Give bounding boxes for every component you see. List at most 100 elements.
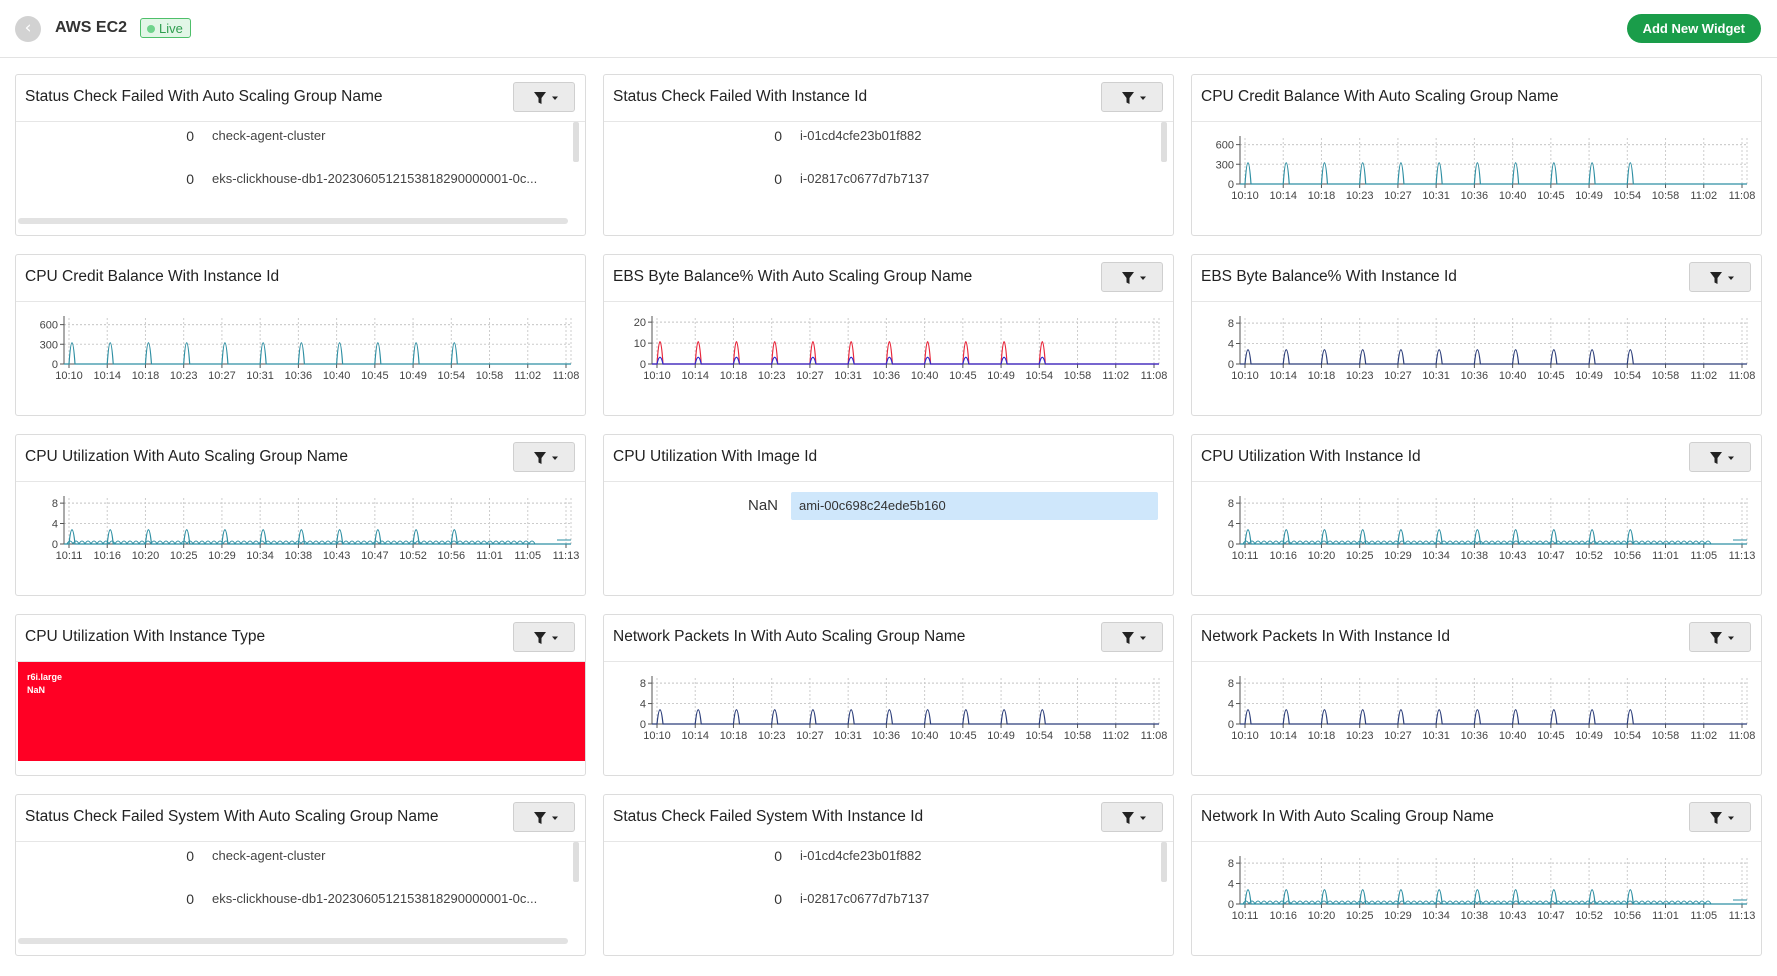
x-tick-label: 10:40 xyxy=(323,370,351,382)
chart-grid xyxy=(1240,498,1748,544)
filter-dropdown-button[interactable] xyxy=(513,442,575,472)
filter-dropdown-button[interactable] xyxy=(1689,622,1751,652)
live-dot-icon xyxy=(147,25,155,33)
filter-dropdown-button[interactable] xyxy=(1101,802,1163,832)
x-tick-label: 11:08 xyxy=(1141,370,1168,382)
list-item-value: 0 xyxy=(186,891,194,907)
widget-cpu-utilization-with-instance-id: CPU Utilization With Instance Id 0 4 8 10:11… xyxy=(1191,434,1762,596)
x-tick-label: 10:40 xyxy=(1499,370,1527,382)
widget-title: Network In With Auto Scaling Group Name xyxy=(1201,808,1494,825)
x-tick-label: 10:29 xyxy=(1384,910,1412,922)
filter-dropdown-button[interactable] xyxy=(1689,262,1751,292)
line-chart: 04810:10 10:14 10:18 10:23 10:27 10:31 10:36 10… xyxy=(640,676,1167,742)
filter-dropdown-button[interactable] xyxy=(1689,802,1751,832)
chevron-down-icon xyxy=(1728,456,1734,460)
y-tick-label: 20 xyxy=(634,317,646,329)
x-tick-label: 10:58 xyxy=(1064,370,1092,382)
x-tick-label: 10:31 xyxy=(834,730,862,742)
filter-dropdown-button[interactable] xyxy=(1689,442,1751,472)
widget-title: CPU Utilization With Instance Type xyxy=(25,628,266,645)
filter-icon xyxy=(534,812,558,824)
chevron-down-icon xyxy=(1728,276,1734,280)
y-tick-label: 8 xyxy=(1228,858,1234,870)
add-new-widget-button[interactable]: Add New Widget xyxy=(1626,14,1761,43)
filter-dropdown-button[interactable] xyxy=(513,82,575,112)
x-tick-label: 10:14 xyxy=(1269,730,1297,742)
x-tick-label: 11:13 xyxy=(1729,550,1756,562)
vertical-scrollbar[interactable] xyxy=(573,842,579,882)
widget-header: Network In With Auto Scaling Group Name xyxy=(1192,795,1761,842)
x-tick-label: 10:58 xyxy=(476,370,504,382)
chevron-down-icon xyxy=(1140,96,1146,100)
widget-network-packets-in-with-instance-id: Network Packets In With Instance Id 0 4 8 10… xyxy=(1191,614,1762,776)
filter-dropdown-button[interactable] xyxy=(513,802,575,832)
series-line xyxy=(1240,709,1747,725)
list-item: 0 eks-clickhouse-db1-20230605121538182900… xyxy=(16,171,585,191)
x-tick-label: 10:10 xyxy=(55,370,83,382)
x-tick-label: 10:40 xyxy=(1499,190,1527,202)
filter-dropdown-button[interactable] xyxy=(1101,82,1163,112)
heatmap-cell-value: NaN xyxy=(27,685,46,695)
x-tick-label: 10:20 xyxy=(1308,550,1336,562)
vertical-scrollbar[interactable] xyxy=(1161,122,1167,162)
x-tick-label: 10:27 xyxy=(1384,190,1412,202)
widget-cpu-utilization-with-auto-scaling-group-name: CPU Utilization With Auto Scaling Group … xyxy=(15,434,586,596)
list-item-label: i-02817c0677d7b7137 xyxy=(800,891,930,906)
x-tick-label: 10:20 xyxy=(132,550,160,562)
widget-status-check-failed-with-auto-scaling-group-name: Status Check Failed With Auto Scaling Gr… xyxy=(15,74,586,236)
x-tick-label: 10:23 xyxy=(1346,190,1374,202)
y-tick-label: 300 xyxy=(40,339,58,351)
x-tick-label: 11:05 xyxy=(514,550,541,562)
x-tick-label: 10:14 xyxy=(93,370,121,382)
x-tick-label: 11:02 xyxy=(1102,370,1129,382)
line-chart: 04810:11 10:16 10:20 10:25 10:29 10:34 10:38 10… xyxy=(1228,496,1756,562)
x-tick-label: 10:34 xyxy=(1422,910,1450,922)
list-item-value: 0 xyxy=(186,171,194,187)
x-tick-label: 11:13 xyxy=(1729,910,1756,922)
widget-header: CPU Utilization With Image Id xyxy=(604,435,1173,482)
filter-dropdown-button[interactable] xyxy=(513,622,575,652)
widget-header: CPU Utilization With Instance Id xyxy=(1192,435,1761,482)
x-tick-label: 10:54 xyxy=(1614,190,1642,202)
x-tick-label: 10:34 xyxy=(246,550,274,562)
list-item-label: i-01cd4cfe23b01f882 xyxy=(800,128,922,143)
widget-header: Status Check Failed With Instance Id xyxy=(604,75,1173,122)
line-chart: 04810:10 10:14 10:18 10:23 10:27 10:31 10:36 10… xyxy=(1228,676,1755,742)
widget-body: 0 i-01cd4cfe23b01f882 0 i-02817c0677d7b7137 xyxy=(604,122,1173,235)
chevron-left-icon[interactable]: ‹ xyxy=(15,16,41,42)
x-tick-label: 10:10 xyxy=(643,370,671,382)
horizontal-scrollbar[interactable] xyxy=(18,938,568,944)
x-tick-label: 10:31 xyxy=(834,370,862,382)
x-tick-label: 11:02 xyxy=(1690,190,1717,202)
x-tick-label: 10:10 xyxy=(1231,730,1259,742)
x-tick-label: 10:43 xyxy=(1499,910,1527,922)
x-tick-label: 10:16 xyxy=(1269,550,1297,562)
x-tick-label: 10:14 xyxy=(1269,190,1297,202)
widget-title: CPU Credit Balance With Instance Id xyxy=(25,268,280,285)
list-item-label: check-agent-cluster xyxy=(212,848,326,863)
chevron-down-icon xyxy=(552,456,558,460)
x-tick-label: 10:45 xyxy=(361,370,389,382)
vertical-scrollbar[interactable] xyxy=(573,122,579,162)
bar-value: NaN xyxy=(747,497,778,514)
widget-title: CPU Utilization With Instance Id xyxy=(1201,448,1421,465)
filter-dropdown-button[interactable] xyxy=(1101,622,1163,652)
x-tick-label: 11:01 xyxy=(476,550,503,562)
x-tick-label: 10:31 xyxy=(246,370,274,382)
widget-body: NaN ami-00c698c24ede5b160 xyxy=(604,482,1173,595)
y-tick-label: 4 xyxy=(1228,879,1234,891)
filter-icon xyxy=(1710,632,1734,644)
horizontal-scrollbar[interactable] xyxy=(18,218,568,224)
x-tick-label: 10:58 xyxy=(1064,730,1092,742)
x-tick-label: 10:11 xyxy=(1232,550,1259,562)
x-tick-label: 10:31 xyxy=(1422,190,1450,202)
x-tick-label: 10:36 xyxy=(1461,190,1489,202)
vertical-scrollbar[interactable] xyxy=(1161,842,1167,882)
widget-body: 0 check-agent-cluster 0 eks-clickhouse-db1-… xyxy=(16,122,585,235)
filter-dropdown-button[interactable] xyxy=(1101,262,1163,292)
widget-header: Network Packets In With Instance Id xyxy=(1192,615,1761,662)
widget-ebs-byte-balancepct-with-instance-id: EBS Byte Balance% With Instance Id 0 4 8 10:… xyxy=(1191,254,1762,416)
widget-ebs-byte-balancepct-with-auto-scaling-group-name: EBS Byte Balance% With Auto Scaling Grou… xyxy=(603,254,1174,416)
y-tick-label: 600 xyxy=(1216,140,1234,152)
x-tick-label: 10:18 xyxy=(132,370,160,382)
